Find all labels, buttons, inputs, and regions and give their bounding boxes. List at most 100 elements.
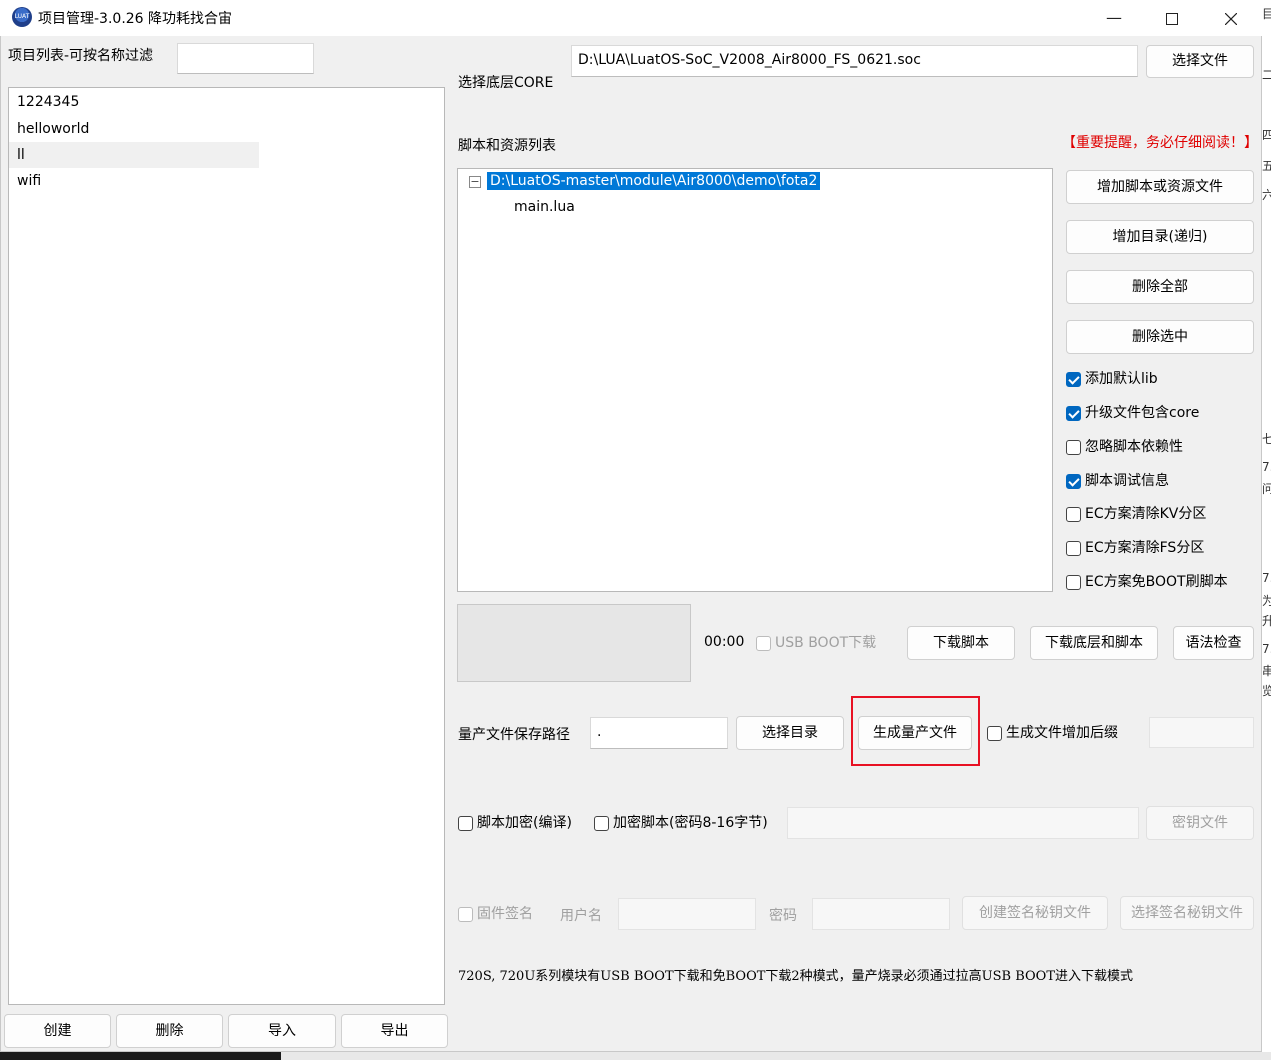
create-sign-key-button[interactable]: 创建签名秘钥文件 xyxy=(962,896,1108,930)
compile-encrypt-checkbox[interactable]: 脚本加密(编译) xyxy=(458,814,572,832)
edge-text: 7. xyxy=(1262,460,1271,474)
project-list-item[interactable]: helloworld xyxy=(9,116,259,142)
checkbox-unchecked-icon xyxy=(1066,574,1081,590)
add-script-file-button[interactable]: 增加脚本或资源文件 xyxy=(1066,170,1254,204)
project-list[interactable] xyxy=(8,87,445,1005)
download-core-and-script-button[interactable]: 下载底层和脚本 xyxy=(1030,626,1158,660)
encrypt-password-input[interactable] xyxy=(787,807,1139,839)
compile-encrypt-label: 脚本加密(编译) xyxy=(477,815,572,831)
mass-production-path-input[interactable]: . xyxy=(590,717,728,749)
close-icon xyxy=(1224,12,1238,25)
ignore-dependency-checkbox[interactable]: 忽略脚本依赖性 xyxy=(1066,438,1183,456)
script-tree[interactable] xyxy=(457,168,1053,592)
project-list-item[interactable]: 1224345 xyxy=(9,89,259,115)
debug-info-label: 脚本调试信息 xyxy=(1085,473,1169,489)
edge-text: 为 xyxy=(1262,594,1271,608)
password-encrypt-checkbox[interactable]: 加密脚本(密码8-16字节) xyxy=(594,814,768,832)
add-directory-button[interactable]: 增加目录(递归) xyxy=(1066,220,1254,254)
username-input[interactable] xyxy=(618,898,756,930)
collapse-icon[interactable]: − xyxy=(469,176,481,188)
checkbox-checked-icon xyxy=(1066,405,1081,421)
checkbox-checked-icon xyxy=(1066,371,1081,387)
edge-text: 五 xyxy=(1262,159,1271,173)
progress-area xyxy=(457,604,691,682)
username-label: 用户名 xyxy=(560,908,602,924)
tree-root-label: D:\LuatOS-master\module\Air8000\demo\fot… xyxy=(487,172,821,190)
password-input[interactable] xyxy=(812,898,950,930)
edge-text: 二 xyxy=(1262,68,1271,82)
mass-production-path-label: 量产文件保存路径 xyxy=(458,727,570,743)
maximize-button[interactable] xyxy=(1143,0,1201,36)
create-project-button[interactable]: 创建 xyxy=(4,1014,111,1048)
edge-text: 7. xyxy=(1262,571,1271,585)
add-default-lib-label: 添加默认lib xyxy=(1085,371,1158,387)
checkbox-unchecked-icon xyxy=(1066,506,1081,522)
add-default-lib-checkbox[interactable]: 添加默认lib xyxy=(1066,370,1158,388)
debug-info-checkbox[interactable]: 脚本调试信息 xyxy=(1066,472,1169,490)
upgrade-include-core-label: 升级文件包含core xyxy=(1085,405,1200,421)
ec-clear-kv-label: EC方案清除KV分区 xyxy=(1085,506,1207,522)
ec-clear-fs-label: EC方案清除FS分区 xyxy=(1085,540,1205,556)
window-title: 项目管理-3.0.26 降功耗找合宙 xyxy=(38,11,233,27)
ec-clear-fs-checkbox[interactable]: EC方案清除FS分区 xyxy=(1066,539,1204,557)
core-path-input[interactable]: D:\LUA\LuatOS-SoC_V2008_Air8000_FS_0621.… xyxy=(571,45,1138,77)
download-script-button[interactable]: 下载脚本 xyxy=(907,626,1015,660)
luat-app-icon: LUAT xyxy=(12,7,32,27)
close-button[interactable] xyxy=(1202,0,1260,36)
taskbar-app xyxy=(0,1052,281,1060)
project-list-item-selected[interactable]: ll xyxy=(9,142,259,168)
edge-text: 目 xyxy=(1262,7,1271,21)
minimize-button[interactable]: — xyxy=(1085,0,1143,36)
ec-no-boot-label: EC方案免BOOT刷脚本 xyxy=(1085,574,1228,590)
checkbox-checked-icon xyxy=(1066,473,1081,489)
download-timer: 00:00 xyxy=(704,634,745,650)
delete-all-button[interactable]: 删除全部 xyxy=(1066,270,1254,304)
core-label: 选择底层CORE xyxy=(458,75,554,91)
usb-boot-checkbox[interactable]: USB BOOT下载 xyxy=(756,634,876,652)
select-sign-key-button[interactable]: 选择签名秘钥文件 xyxy=(1120,896,1254,930)
select-directory-button[interactable]: 选择目录 xyxy=(736,716,844,750)
ec-no-boot-checkbox[interactable]: EC方案免BOOT刷脚本 xyxy=(1066,573,1228,591)
minimize-icon: — xyxy=(1106,8,1122,27)
checkbox-unchecked-icon xyxy=(987,725,1002,741)
suffix-input[interactable] xyxy=(1149,717,1254,748)
tree-child-node[interactable]: main.lua xyxy=(514,199,575,215)
title-bar[interactable]: LUAT 项目管理-3.0.26 降功耗找合宙 — xyxy=(0,0,1262,36)
important-notice-link[interactable]: 【重要提醒，务必仔细阅读！】 xyxy=(1062,132,1258,152)
usb-boot-note: 720S, 720U系列模块有USB BOOT下载和免BOOT下载2种模式，量产… xyxy=(458,969,1133,984)
edge-text: 串 xyxy=(1262,664,1271,678)
key-file-button[interactable]: 密钥文件 xyxy=(1146,806,1254,840)
project-filter-input[interactable] xyxy=(177,43,314,74)
edge-text: 问 xyxy=(1262,482,1271,496)
delete-selected-button[interactable]: 删除选中 xyxy=(1066,320,1254,354)
edge-text: 览 xyxy=(1262,684,1271,698)
maximize-icon xyxy=(1166,12,1178,25)
export-project-button[interactable]: 导出 xyxy=(341,1014,448,1048)
ec-clear-kv-checkbox[interactable]: EC方案清除KV分区 xyxy=(1066,505,1206,523)
checkbox-unchecked-icon xyxy=(458,906,473,922)
checkbox-unchecked-icon xyxy=(458,815,473,831)
select-core-file-button[interactable]: 选择文件 xyxy=(1146,45,1254,78)
edge-text: 七 xyxy=(1262,432,1271,446)
syntax-check-button[interactable]: 语法检查 xyxy=(1173,626,1254,660)
script-list-label: 脚本和资源列表 xyxy=(458,138,556,154)
checkbox-unchecked-icon xyxy=(594,815,609,831)
add-suffix-checkbox[interactable]: 生成文件增加后缀 xyxy=(987,724,1118,742)
generate-mass-production-button[interactable]: 生成量产文件 xyxy=(858,716,972,750)
edge-text: 升 xyxy=(1262,614,1271,628)
usb-boot-label: USB BOOT下载 xyxy=(775,635,877,651)
add-suffix-label: 生成文件增加后缀 xyxy=(1006,725,1118,741)
edge-text: 7. xyxy=(1262,642,1271,656)
firmware-sign-label: 固件签名 xyxy=(477,906,533,922)
checkbox-unchecked-icon xyxy=(1066,439,1081,455)
checkbox-unchecked-icon xyxy=(1066,540,1081,556)
edge-text: 六 xyxy=(1262,188,1271,202)
project-list-item[interactable]: wifi xyxy=(9,168,259,194)
tree-root-node[interactable]: D:\LuatOS-master\module\Air8000\demo\fot… xyxy=(487,172,821,190)
import-project-button[interactable]: 导入 xyxy=(228,1014,336,1048)
password-label: 密码 xyxy=(769,908,797,924)
upgrade-include-core-checkbox[interactable]: 升级文件包含core xyxy=(1066,404,1199,422)
firmware-sign-checkbox[interactable]: 固件签名 xyxy=(458,905,533,923)
password-encrypt-label: 加密脚本(密码8-16字节) xyxy=(613,815,768,831)
delete-project-button[interactable]: 删除 xyxy=(116,1014,223,1048)
